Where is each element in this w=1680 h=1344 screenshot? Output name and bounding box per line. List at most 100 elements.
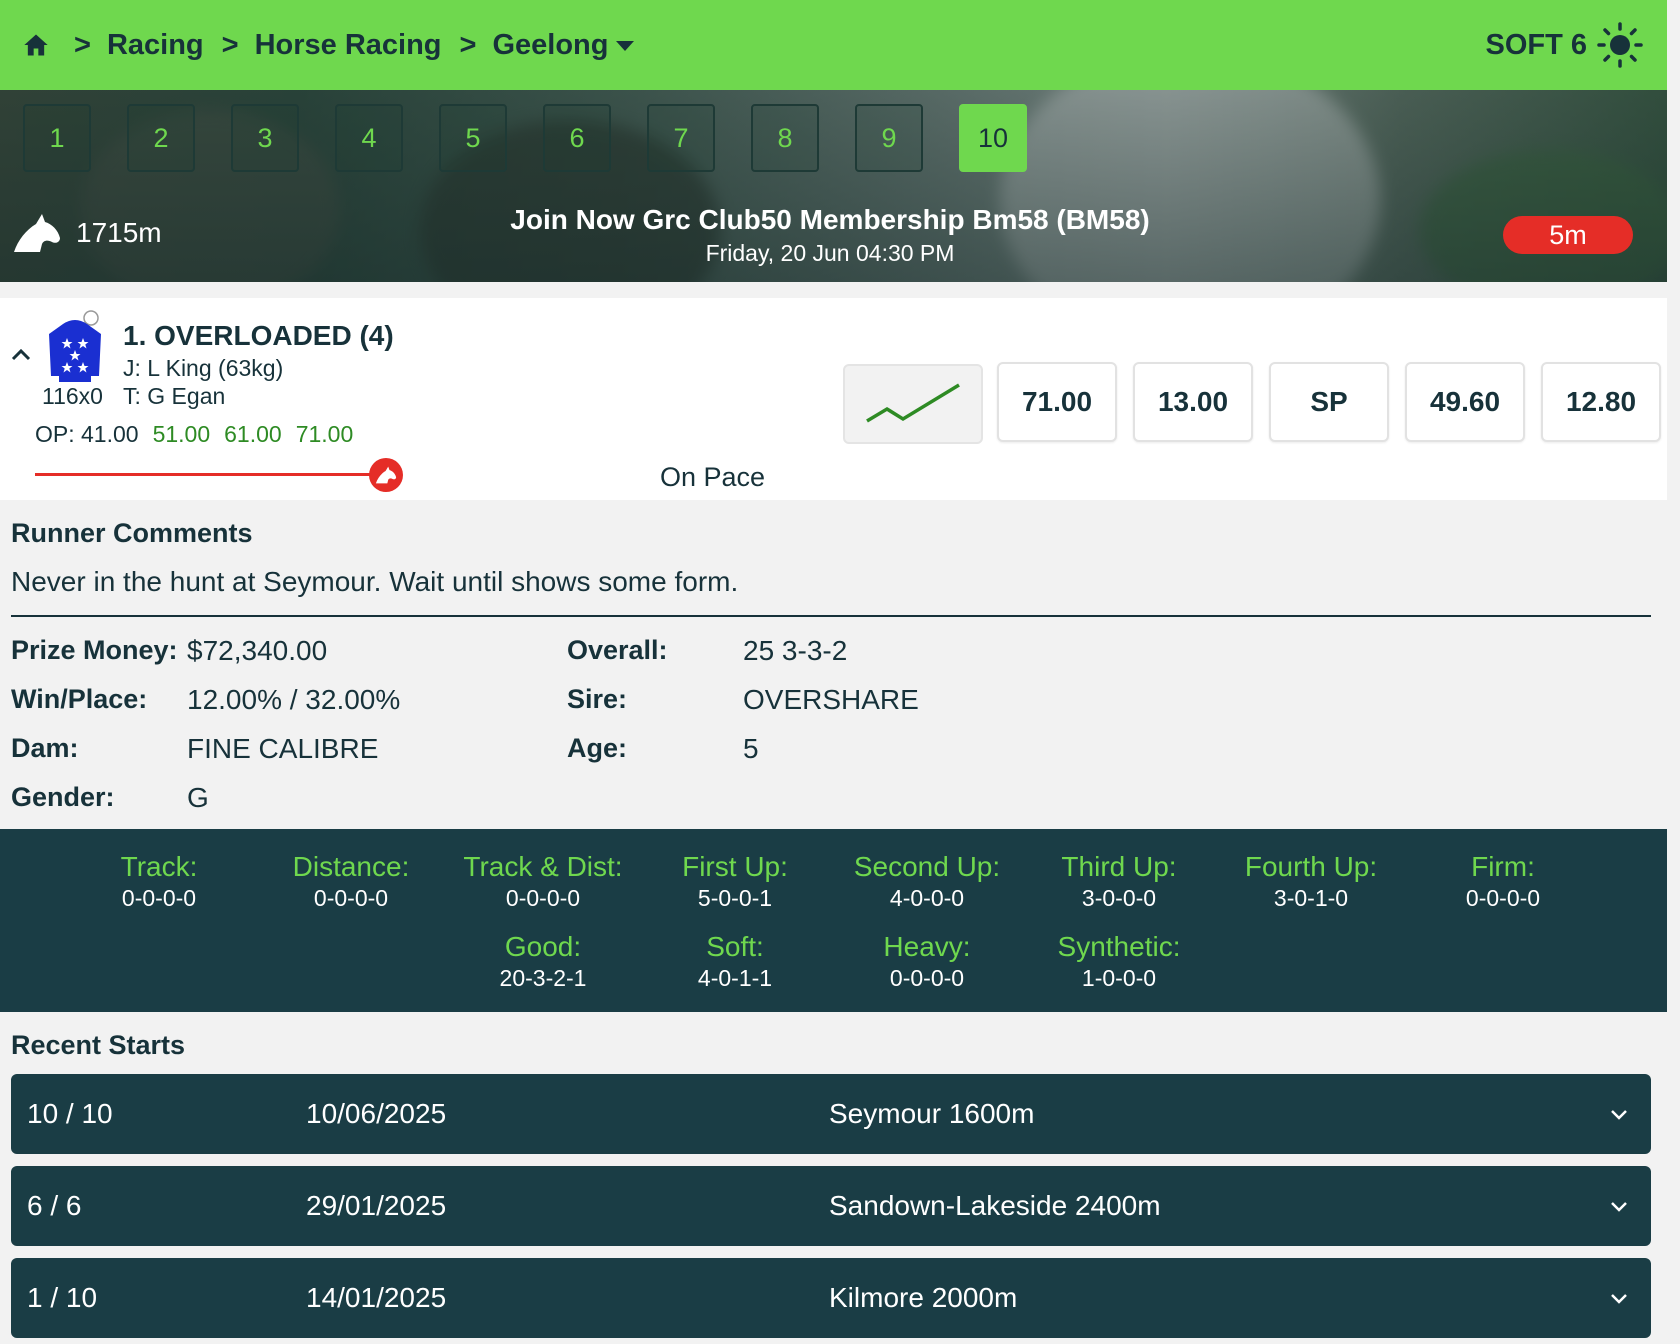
dam-label: Dam:: [11, 733, 79, 763]
recent-start-row[interactable]: 10 / 10 10/06/2025 Seymour 1600m: [11, 1074, 1651, 1154]
race-tab-8[interactable]: 8: [751, 104, 819, 172]
stat-value: 3-0-0-0: [1081, 885, 1157, 911]
stat-label: Track & Dist:: [463, 851, 623, 882]
race-tab-1[interactable]: 1: [23, 104, 91, 172]
stat-label: Second Up:: [853, 851, 1001, 882]
stat-firm: Firm: 0-0-0-0: [1403, 851, 1603, 912]
race-banner: 1 2 3 4 5 6 7 8 9 10 1715m Join Now Grc …: [0, 90, 1667, 282]
race-tab-7[interactable]: 7: [647, 104, 715, 172]
breadcrumb-separator: >: [459, 28, 477, 61]
price-trend-button[interactable]: [843, 364, 983, 444]
price-move: 61.00: [224, 421, 282, 447]
gender-value: G: [187, 782, 209, 813]
price-history: OP: 41.00 51.00 61.00 71.00: [35, 421, 367, 448]
start-date: 14/01/2025: [306, 1282, 447, 1313]
runner-comment-text: Never in the hunt at Seymour. Wait until…: [11, 566, 739, 597]
runner-name: 1. OVERLOADED (4): [123, 320, 394, 351]
stat-value: 0-0-0-0: [1465, 885, 1541, 911]
odds-button-sp[interactable]: SP: [1269, 362, 1389, 442]
age-value: 5: [743, 733, 759, 764]
breadcrumb-separator: >: [221, 28, 239, 61]
chevron-down-icon[interactable]: [1609, 1104, 1629, 1124]
track-condition: SOFT 6: [1485, 22, 1643, 68]
win-place-label: Win/Place:: [11, 684, 148, 714]
age-label: Age:: [567, 733, 627, 763]
breadcrumb-venue-dropdown[interactable]: Geelong: [492, 28, 635, 62]
breadcrumb-horse-racing[interactable]: Horse Racing: [255, 29, 442, 62]
sire-label: Sire:: [567, 684, 628, 714]
home-icon[interactable]: [22, 31, 50, 59]
race-datetime: Friday, 20 Jun 04:30 PM: [705, 240, 955, 266]
stats-panel: Track: 0-0-0-0 Distance: 0-0-0-0 Track & D…: [0, 829, 1667, 1012]
pace-indicator-bar: [35, 473, 387, 476]
track-condition-label: SOFT 6: [1485, 28, 1587, 61]
runner-card: 1. OVERLOADED (4) J: L King (63kg) 116x0…: [0, 298, 1667, 500]
breadcrumb-racing[interactable]: Racing: [107, 29, 204, 62]
stat-label: First Up:: [682, 851, 788, 882]
stat-label: Third Up:: [1061, 851, 1177, 882]
countdown-badge: 5m: [1503, 216, 1633, 254]
start-date: 29/01/2025: [306, 1190, 447, 1221]
sire-value: OVERSHARE: [743, 684, 919, 715]
stat-track-dist: Track & Dist: 0-0-0-0: [443, 851, 643, 912]
chevron-up-icon[interactable]: [10, 344, 32, 366]
stat-distance: Distance: 0-0-0-0: [251, 851, 451, 912]
win-place-value: 12.00% / 32.00%: [187, 684, 401, 715]
prize-money-value: $72,340.00: [187, 635, 328, 666]
race-title-block: Join Now Grc Club50 Membership Bm58 (BM5…: [0, 204, 1660, 267]
race-tab-9[interactable]: 9: [855, 104, 923, 172]
race-tab-4[interactable]: 4: [335, 104, 403, 172]
stat-label: Fourth Up:: [1244, 851, 1378, 882]
recent-start-row[interactable]: 1 / 10 14/01/2025 Kilmore 2000m: [11, 1258, 1651, 1338]
stat-label: Distance:: [292, 851, 410, 882]
stat-value: 0-0-0-0: [313, 885, 389, 911]
stat-label: Good:: [504, 931, 582, 962]
top-bar: > Racing > Horse Racing > Geelong SOFT 6: [0, 0, 1667, 90]
breadcrumb-venue-label: Geelong: [492, 28, 609, 61]
dam-value: FINE CALIBRE: [187, 733, 379, 764]
race-tab-2[interactable]: 2: [127, 104, 195, 172]
stat-label: Firm:: [1471, 851, 1535, 882]
race-tab-5[interactable]: 5: [439, 104, 507, 172]
stat-second-up: Second Up: 4-0-0-0: [827, 851, 1027, 912]
start-position: 6 / 6: [27, 1190, 82, 1221]
stat-value: 4-0-1-1: [697, 965, 773, 991]
odds-button-place-fixed[interactable]: 13.00: [1133, 362, 1253, 442]
stat-first-up: First Up: 5-0-0-1: [635, 851, 835, 912]
race-tab-6[interactable]: 6: [543, 104, 611, 172]
odds-button-win-tote[interactable]: 49.60: [1405, 362, 1525, 442]
race-number-tabs: 1 2 3 4 5 6 7 8 9 10: [23, 104, 1063, 172]
price-move: 51.00: [152, 421, 211, 447]
stat-heavy: Heavy: 0-0-0-0: [827, 931, 1027, 992]
runner-jockey: J: L King (63kg): [123, 355, 284, 381]
sun-icon: [1597, 22, 1643, 68]
odds-button-win-fixed[interactable]: 71.00: [997, 362, 1117, 442]
recent-starts-title: Recent Starts: [11, 1030, 186, 1060]
chevron-down-icon[interactable]: [1609, 1288, 1629, 1308]
runner-form: 116x0: [42, 383, 103, 409]
stat-label: Soft:: [706, 931, 764, 962]
stat-value: 3-0-1-0: [1273, 885, 1349, 911]
breadcrumb-separator: >: [74, 28, 91, 61]
recent-start-row[interactable]: 6 / 6 29/01/2025 Sandown-Lakeside 2400m: [11, 1166, 1651, 1246]
stat-value: 5-0-0-1: [697, 885, 773, 911]
start-venue: Seymour 1600m: [829, 1098, 1035, 1129]
race-tab-3[interactable]: 3: [231, 104, 299, 172]
odds-button-place-tote[interactable]: 12.80: [1541, 362, 1661, 442]
open-price: OP: 41.00: [35, 421, 139, 447]
race-tab-10[interactable]: 10: [959, 104, 1027, 172]
breadcrumb: > Racing > Horse Racing > Geelong: [22, 29, 652, 62]
stat-synthetic: Synthetic: 1-0-0-0: [1019, 931, 1219, 992]
start-venue: Sandown-Lakeside 2400m: [829, 1190, 1161, 1221]
pace-marker: [369, 458, 403, 492]
chevron-down-icon[interactable]: [1609, 1196, 1629, 1216]
stat-value: 0-0-0-0: [505, 885, 581, 911]
stat-label: Track:: [120, 851, 198, 882]
start-venue: Kilmore 2000m: [829, 1282, 1018, 1313]
stat-value: 1-0-0-0: [1081, 965, 1157, 991]
stat-good: Good: 20-3-2-1: [443, 931, 643, 992]
jockey-silk-icon: [49, 310, 101, 382]
horse-head-icon: [375, 466, 397, 484]
stat-third-up: Third Up: 3-0-0-0: [1019, 851, 1219, 912]
start-position: 1 / 10: [27, 1282, 98, 1313]
